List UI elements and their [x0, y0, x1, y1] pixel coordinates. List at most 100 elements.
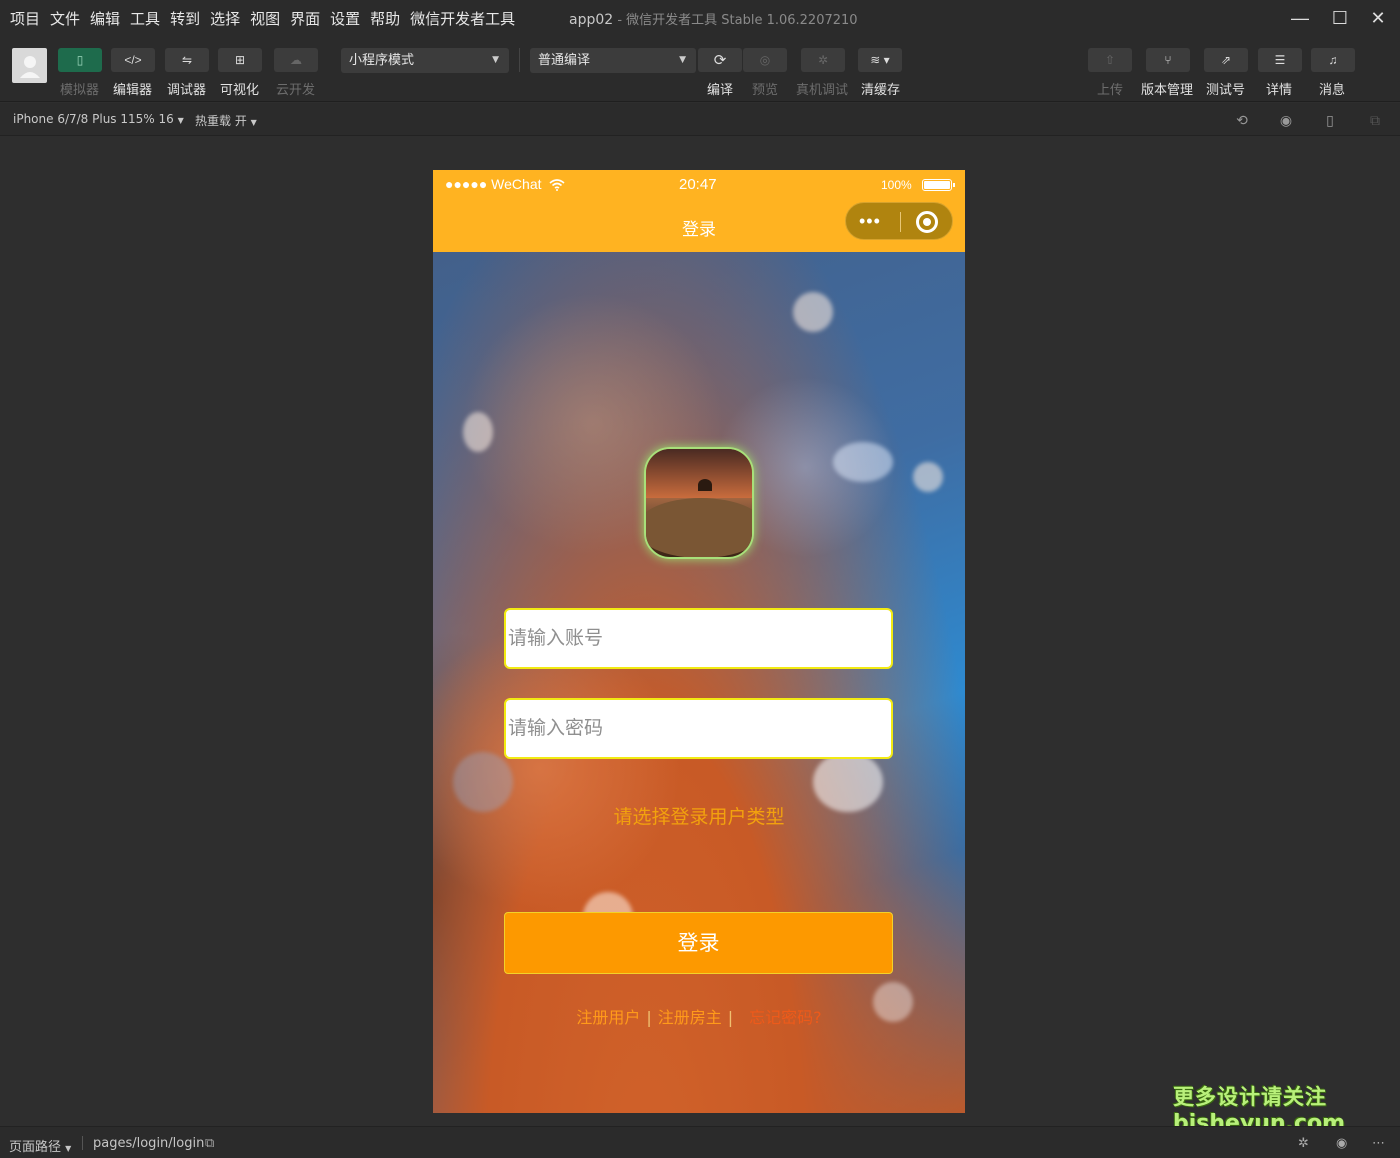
link-separator: |: [727, 1008, 734, 1027]
close-target-icon[interactable]: [916, 211, 938, 233]
menu-item-interface[interactable]: 界面: [290, 8, 320, 29]
rotate-icon[interactable]: ⟲: [1233, 111, 1251, 129]
clear-cache-button[interactable]: ≋ ▾: [858, 48, 902, 72]
test-account-button[interactable]: ⇗: [1204, 48, 1248, 72]
bug-icon[interactable]: ✲: [1298, 1136, 1309, 1151]
phone-nav-bar: 登录 •••: [433, 200, 965, 252]
login-background: 请输入账号 请输入密码 请选择登录用户类型 登录 注册用户 | 注册房主 | 忘记密码?: [433, 252, 965, 1113]
device-select-value: iPhone 6/7/8 Plus 115% 16: [13, 112, 174, 126]
maximize-icon: ☐: [1331, 7, 1349, 28]
register-user-link[interactable]: 注册用户: [576, 1008, 640, 1027]
simulator-subbar: iPhone 6/7/8 Plus 115% 16 ▼ 热重载 开 ▼ ⟲ ◉ …: [0, 103, 1400, 136]
minimize-icon: —: [1291, 7, 1309, 28]
chevron-down-icon: ▼: [250, 118, 257, 127]
close-button[interactable]: ✕: [1356, 0, 1400, 36]
compile-mode-select[interactable]: 普通编译 ▼: [530, 48, 696, 73]
copy-icon[interactable]: ⧉: [205, 1136, 214, 1151]
refresh-icon: ⟳: [713, 52, 727, 69]
clear-cache-label: 清缓存: [861, 83, 901, 98]
detach-window-icon[interactable]: ⧉: [1366, 111, 1384, 129]
eye-icon[interactable]: ◉: [1336, 1136, 1347, 1151]
debugger-label: 调试器: [167, 83, 207, 98]
upload-label: 上传: [1097, 83, 1124, 98]
forgot-password-link[interactable]: 忘记密码?: [749, 1008, 822, 1027]
more-icon[interactable]: •••: [859, 211, 881, 232]
simulator-button[interactable]: ▯: [58, 48, 102, 72]
capsule-divider: [900, 212, 901, 232]
wifi-icon: [549, 179, 565, 191]
real-debug-label: 真机调试: [796, 83, 849, 98]
version-button[interactable]: ⑂: [1146, 48, 1190, 72]
hot-reload-toggle[interactable]: 热重载 开 ▼: [195, 112, 257, 129]
menu-item-project[interactable]: 项目: [10, 8, 40, 29]
messages-button[interactable]: ♫: [1311, 48, 1355, 72]
preview-label: 预览: [752, 83, 779, 98]
minimize-button[interactable]: —: [1278, 0, 1322, 36]
menu-item-goto[interactable]: 转到: [170, 8, 200, 29]
chevron-down-icon: ▼: [65, 1144, 72, 1153]
device-select[interactable]: iPhone 6/7/8 Plus 115% 16 ▼: [13, 112, 184, 126]
window-subtitle: 微信开发者工具 Stable 1.06.2207210: [626, 13, 858, 28]
phone-icon[interactable]: ▯: [1321, 111, 1339, 129]
battery-icon: [922, 179, 955, 191]
menu-item-settings[interactable]: 设置: [330, 8, 360, 29]
menu-item-help[interactable]: 帮助: [370, 8, 400, 29]
auth-links: 注册用户 | 注册房主 | 忘记密码?: [433, 1004, 965, 1028]
account-placeholder: 请输入账号: [508, 627, 604, 649]
menu-item-edit[interactable]: 编辑: [90, 8, 120, 29]
battery-percent: 100%: [881, 178, 912, 192]
mode-select[interactable]: 小程序模式 ▼: [341, 48, 509, 73]
page-path-menu[interactable]: 页面路径 ▼: [9, 1136, 71, 1155]
menu-item-tools[interactable]: 工具: [130, 8, 160, 29]
cloud-button[interactable]: ☁: [274, 48, 318, 72]
toolbar: ▯ 模拟器 </> 编辑器 ⇋ 调试器 ⊞ 可视化 ☁ 云开发 小程序模式 ▼ …: [0, 36, 1400, 102]
editor-button[interactable]: </>: [111, 48, 155, 72]
hot-reload-value: 热重载 开: [195, 114, 247, 128]
account-input[interactable]: 请输入账号: [504, 608, 893, 669]
simulator-label: 模拟器: [60, 83, 100, 98]
messages-label: 消息: [1319, 83, 1346, 98]
eye-icon: ◎: [759, 53, 771, 67]
compile-button[interactable]: ⟳: [698, 48, 742, 72]
chevron-down-icon: ▼: [177, 116, 184, 125]
cloud-label: 云开发: [276, 83, 316, 98]
layers-icon: ≋ ▾: [870, 53, 890, 67]
real-debug-button[interactable]: ✲: [801, 48, 845, 72]
bokeh-highlight: [463, 412, 493, 452]
bottom-status-bar: 页面路径 ▼ pages/login/login ⧉ ✲ ◉ ⋯: [0, 1126, 1400, 1158]
upload-button[interactable]: ⇧: [1088, 48, 1132, 72]
title-bar: 项目 文件 编辑 工具 转到 选择 视图 界面 设置 帮助 微信开发者工具 ap…: [0, 0, 1400, 36]
password-input[interactable]: 请输入密码: [504, 698, 893, 759]
register-landlord-link[interactable]: 注册房主: [658, 1008, 722, 1027]
record-icon[interactable]: ◉: [1277, 111, 1295, 129]
login-button[interactable]: 登录: [504, 912, 893, 974]
watermark-line1: 更多设计请关注: [1173, 1085, 1327, 1109]
menu-item-view[interactable]: 视图: [250, 8, 280, 29]
phone-icon: ▯: [76, 53, 84, 67]
close-icon: ✕: [1370, 7, 1386, 28]
bokeh-highlight: [793, 292, 833, 332]
visual-button[interactable]: ⊞: [218, 48, 262, 72]
bokeh-highlight: [913, 462, 943, 492]
version-label: 版本管理: [1141, 83, 1194, 98]
menu-item-select[interactable]: 选择: [210, 8, 240, 29]
clock: 20:47: [679, 176, 717, 193]
more-icon[interactable]: ⋯: [1372, 1136, 1385, 1151]
phone-status-bar: ●●●●● WeChat 20:47 100%: [433, 170, 965, 200]
user-type-picker[interactable]: 请选择登录用户类型: [433, 802, 965, 829]
menu-lines-icon: ☰: [1274, 53, 1286, 67]
link-separator: |: [646, 1008, 652, 1027]
window-app-name: app02: [569, 12, 614, 28]
debugger-button[interactable]: ⇋: [165, 48, 209, 72]
visual-label: 可视化: [220, 83, 260, 98]
chevron-down-icon: ▼: [679, 55, 686, 65]
avatar[interactable]: [12, 48, 47, 83]
menu-item-file[interactable]: 文件: [50, 8, 80, 29]
preview-button[interactable]: ◎: [743, 48, 787, 72]
test-account-label: 测试号: [1206, 83, 1246, 98]
compile-label: 编译: [707, 83, 734, 98]
details-button[interactable]: ☰: [1258, 48, 1302, 72]
bug-icon: ✲: [817, 53, 829, 67]
toolbar-divider: [519, 48, 520, 72]
menu-item-wechat-devtools[interactable]: 微信开发者工具: [410, 8, 515, 29]
